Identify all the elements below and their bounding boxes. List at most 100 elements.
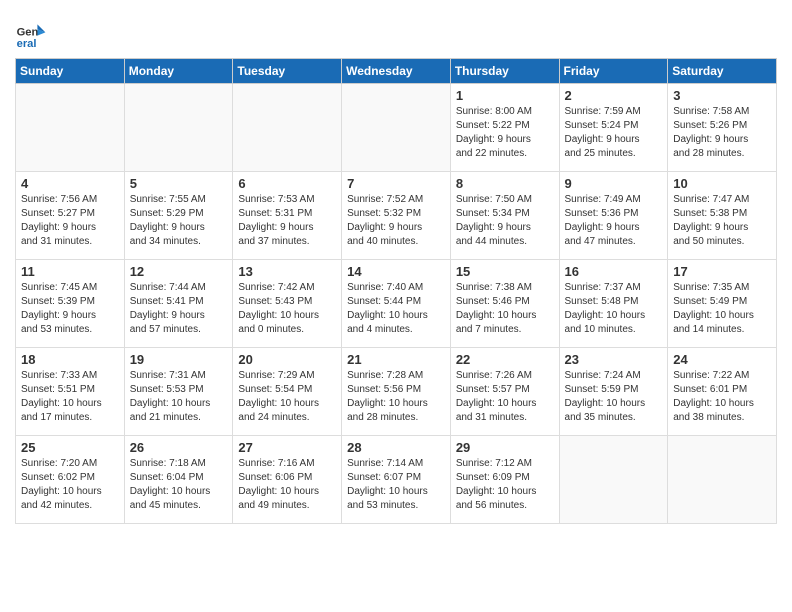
day-info: Sunrise: 7:52 AM Sunset: 5:32 PM Dayligh…	[347, 193, 446, 249]
weekday-header: Saturday	[668, 59, 777, 84]
calendar-cell	[16, 84, 125, 172]
day-info: Sunrise: 7:49 AM Sunset: 5:36 PM Dayligh…	[565, 193, 664, 249]
day-number: 29	[456, 440, 555, 455]
calendar-cell: 7Sunrise: 7:52 AM Sunset: 5:32 PM Daylig…	[342, 172, 451, 260]
day-number: 6	[238, 176, 337, 191]
day-number: 12	[130, 264, 229, 279]
day-number: 4	[21, 176, 120, 191]
calendar-cell: 19 Sunrise: 7:31 AM Sunset: 5:53 PM Dayli…	[124, 348, 233, 436]
day-info: Sunrise: 7:56 AM Sunset: 5:27 PM Dayligh…	[21, 193, 120, 249]
day-info: Sunrise: 7:31 AM Sunset: 5:53 PM Dayligh…	[130, 369, 229, 425]
calendar-cell: 13Sunrise: 7:42 AM Sunset: 5:43 PM Dayli…	[233, 260, 342, 348]
calendar-cell: 1 Sunrise: 8:00 AM Sunset: 5:22 PM Daylig…	[450, 84, 559, 172]
calendar-cell: 15 Sunrise: 7:38 AM Sunset: 5:46 PM Dayli…	[450, 260, 559, 348]
calendar-table: SundayMondayTuesdayWednesdayThursdayFrid…	[15, 58, 777, 524]
day-info: Sunrise: 7:26 AM Sunset: 5:57 PM Dayligh…	[456, 369, 555, 425]
calendar-cell: 28 Sunrise: 7:14 AM Sunset: 6:07 PM Dayli…	[342, 436, 451, 524]
calendar-cell	[342, 84, 451, 172]
weekday-header: Sunday	[16, 59, 125, 84]
day-number: 10	[673, 176, 772, 191]
calendar-cell: 11 Sunrise: 7:45 AM Sunset: 5:39 PM Dayli…	[16, 260, 125, 348]
day-number: 26	[130, 440, 229, 455]
calendar-week: 4 Sunrise: 7:56 AM Sunset: 5:27 PM Daylig…	[16, 172, 777, 260]
header-row: SundayMondayTuesdayWednesdayThursdayFrid…	[16, 59, 777, 84]
day-number: 16	[565, 264, 664, 279]
calendar-cell: 5Sunrise: 7:55 AM Sunset: 5:29 PM Daylig…	[124, 172, 233, 260]
day-number: 15	[456, 264, 555, 279]
day-info: Sunrise: 7:22 AM Sunset: 6:01 PM Dayligh…	[673, 369, 772, 425]
day-info: Sunrise: 7:47 AM Sunset: 5:38 PM Dayligh…	[673, 193, 772, 249]
calendar-cell: 22 Sunrise: 7:26 AM Sunset: 5:57 PM Dayli…	[450, 348, 559, 436]
calendar-cell: 25 Sunrise: 7:20 AM Sunset: 6:02 PM Dayli…	[16, 436, 125, 524]
day-info: Sunrise: 7:14 AM Sunset: 6:07 PM Dayligh…	[347, 457, 446, 513]
weekday-header: Friday	[559, 59, 668, 84]
svg-text:Gen: Gen	[17, 27, 39, 39]
day-number: 25	[21, 440, 120, 455]
calendar-cell: 10 Sunrise: 7:47 AM Sunset: 5:38 PM Dayli…	[668, 172, 777, 260]
day-info: Sunrise: 7:35 AM Sunset: 5:49 PM Dayligh…	[673, 281, 772, 337]
calendar-week: 1 Sunrise: 8:00 AM Sunset: 5:22 PM Daylig…	[16, 84, 777, 172]
day-info: Sunrise: 7:40 AM Sunset: 5:44 PM Dayligh…	[347, 281, 446, 337]
calendar-cell: 27 Sunrise: 7:16 AM Sunset: 6:06 PM Dayli…	[233, 436, 342, 524]
day-info: Sunrise: 7:16 AM Sunset: 6:06 PM Dayligh…	[238, 457, 337, 513]
day-number: 14	[347, 264, 446, 279]
day-number: 8	[456, 176, 555, 191]
day-info: Sunrise: 7:29 AM Sunset: 5:54 PM Dayligh…	[238, 369, 337, 425]
calendar-cell: 8 Sunrise: 7:50 AM Sunset: 5:34 PM Daylig…	[450, 172, 559, 260]
day-info: Sunrise: 7:53 AM Sunset: 5:31 PM Dayligh…	[238, 193, 337, 249]
day-number: 22	[456, 352, 555, 367]
calendar-cell: 26 Sunrise: 7:18 AM Sunset: 6:04 PM Dayli…	[124, 436, 233, 524]
logo-icon: Gen eral	[15, 18, 47, 50]
day-info: Sunrise: 7:28 AM Sunset: 5:56 PM Dayligh…	[347, 369, 446, 425]
calendar-week: 11 Sunrise: 7:45 AM Sunset: 5:39 PM Dayli…	[16, 260, 777, 348]
calendar-cell: 20 Sunrise: 7:29 AM Sunset: 5:54 PM Dayli…	[233, 348, 342, 436]
calendar-cell: 17 Sunrise: 7:35 AM Sunset: 5:49 PM Dayli…	[668, 260, 777, 348]
day-info: Sunrise: 7:33 AM Sunset: 5:51 PM Dayligh…	[21, 369, 120, 425]
calendar-cell: 2 Sunrise: 7:59 AM Sunset: 5:24 PM Daylig…	[559, 84, 668, 172]
calendar-cell: 4 Sunrise: 7:56 AM Sunset: 5:27 PM Daylig…	[16, 172, 125, 260]
day-number: 2	[565, 88, 664, 103]
day-info: Sunrise: 7:42 AM Sunset: 5:43 PM Dayligh…	[238, 281, 337, 337]
calendar-cell: 21 Sunrise: 7:28 AM Sunset: 5:56 PM Dayli…	[342, 348, 451, 436]
day-info: Sunrise: 7:50 AM Sunset: 5:34 PM Dayligh…	[456, 193, 555, 249]
day-info: Sunrise: 7:20 AM Sunset: 6:02 PM Dayligh…	[21, 457, 120, 513]
day-number: 21	[347, 352, 446, 367]
day-number: 17	[673, 264, 772, 279]
day-number: 20	[238, 352, 337, 367]
day-info: Sunrise: 7:55 AM Sunset: 5:29 PM Dayligh…	[130, 193, 229, 249]
day-number: 11	[21, 264, 120, 279]
day-info: Sunrise: 7:58 AM Sunset: 5:26 PM Dayligh…	[673, 105, 772, 161]
day-number: 9	[565, 176, 664, 191]
calendar-cell: 12 Sunrise: 7:44 AM Sunset: 5:41 PM Dayli…	[124, 260, 233, 348]
calendar-cell	[233, 84, 342, 172]
day-info: Sunrise: 7:44 AM Sunset: 5:41 PM Dayligh…	[130, 281, 229, 337]
header: Gen eral	[15, 10, 777, 50]
day-info: Sunrise: 7:59 AM Sunset: 5:24 PM Dayligh…	[565, 105, 664, 161]
day-info: Sunrise: 7:37 AM Sunset: 5:48 PM Dayligh…	[565, 281, 664, 337]
calendar-cell: 3Sunrise: 7:58 AM Sunset: 5:26 PM Daylig…	[668, 84, 777, 172]
calendar-cell: 29Sunrise: 7:12 AM Sunset: 6:09 PM Dayli…	[450, 436, 559, 524]
calendar-cell: 18 Sunrise: 7:33 AM Sunset: 5:51 PM Dayli…	[16, 348, 125, 436]
day-info: Sunrise: 7:38 AM Sunset: 5:46 PM Dayligh…	[456, 281, 555, 337]
weekday-header: Thursday	[450, 59, 559, 84]
day-number: 19	[130, 352, 229, 367]
day-info: Sunrise: 7:18 AM Sunset: 6:04 PM Dayligh…	[130, 457, 229, 513]
calendar-cell: 9 Sunrise: 7:49 AM Sunset: 5:36 PM Daylig…	[559, 172, 668, 260]
calendar-cell	[124, 84, 233, 172]
day-number: 23	[565, 352, 664, 367]
day-number: 27	[238, 440, 337, 455]
weekday-header: Wednesday	[342, 59, 451, 84]
weekday-header: Tuesday	[233, 59, 342, 84]
day-number: 24	[673, 352, 772, 367]
calendar-cell	[559, 436, 668, 524]
calendar-cell: 16 Sunrise: 7:37 AM Sunset: 5:48 PM Dayli…	[559, 260, 668, 348]
day-number: 18	[21, 352, 120, 367]
day-info: Sunrise: 7:45 AM Sunset: 5:39 PM Dayligh…	[21, 281, 120, 337]
day-number: 28	[347, 440, 446, 455]
calendar-week: 25 Sunrise: 7:20 AM Sunset: 6:02 PM Dayli…	[16, 436, 777, 524]
logo: Gen eral	[15, 18, 51, 50]
day-info: Sunrise: 8:00 AM Sunset: 5:22 PM Dayligh…	[456, 105, 555, 161]
calendar-week: 18 Sunrise: 7:33 AM Sunset: 5:51 PM Dayli…	[16, 348, 777, 436]
svg-text:eral: eral	[17, 38, 37, 50]
day-number: 1	[456, 88, 555, 103]
